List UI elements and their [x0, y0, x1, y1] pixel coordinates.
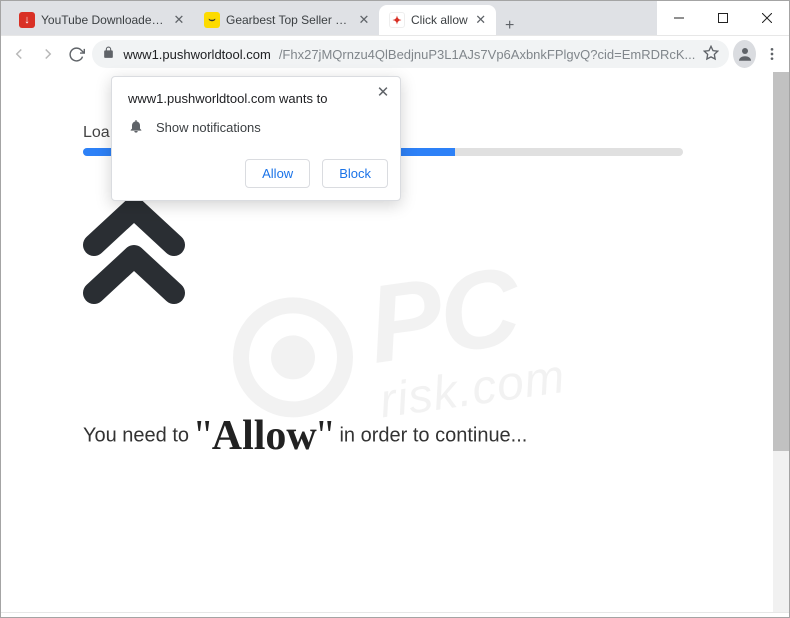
- close-tab-icon[interactable]: ✕: [474, 13, 488, 27]
- lock-icon: [102, 46, 115, 62]
- close-window-button[interactable]: [745, 1, 789, 35]
- scrollbar-thumb[interactable]: [773, 72, 789, 451]
- maximize-button[interactable]: [701, 1, 745, 35]
- url-path: /Fhx27jMQrnzu4QlBedjnuP3L1AJs7Vp6AxbnkFP…: [279, 47, 696, 62]
- msg-allow-word: Allow: [212, 413, 317, 459]
- tab-gearbest[interactable]: ⌣ Gearbest Top Seller - Dive ✕: [194, 5, 379, 35]
- allow-button[interactable]: Allow: [245, 159, 310, 188]
- back-button[interactable]: [7, 39, 31, 69]
- favicon-download-icon: ↓: [19, 12, 35, 28]
- profile-avatar-icon[interactable]: [733, 40, 756, 68]
- window-frame-bottom: [1, 612, 789, 617]
- menu-kebab-icon[interactable]: [760, 46, 783, 62]
- url-host: www1.pushworldtool.com: [123, 47, 270, 62]
- close-tab-icon[interactable]: ✕: [357, 13, 371, 27]
- tab-title: Gearbest Top Seller - Dive: [226, 13, 351, 27]
- block-button[interactable]: Block: [322, 159, 388, 188]
- close-tab-icon[interactable]: ✕: [172, 13, 186, 27]
- msg-post: in order to continue...: [334, 424, 527, 446]
- msg-quote-open: ": [195, 413, 212, 459]
- titlebar: ↓ YouTube Downloader - Do ✕ ⌣ Gearbest T…: [1, 1, 789, 36]
- reload-button[interactable]: [64, 39, 88, 69]
- prompt-origin-text: www1.pushworldtool.com wants to: [128, 91, 384, 106]
- tab-title: Click allow: [411, 13, 468, 27]
- bookmark-star-icon[interactable]: [703, 45, 719, 64]
- browser-toolbar: www1.pushworldtool.com/Fhx27jMQrnzu4QlBe…: [1, 36, 789, 72]
- address-bar[interactable]: www1.pushworldtool.com/Fhx27jMQrnzu4QlBe…: [92, 40, 729, 68]
- window-controls: [657, 1, 789, 35]
- prompt-close-icon[interactable]: ✕: [372, 81, 394, 103]
- forward-button[interactable]: [35, 39, 59, 69]
- bell-icon: [128, 118, 144, 137]
- chevron-up-graphic: [79, 190, 189, 308]
- msg-quote-close: ": [317, 413, 334, 459]
- tab-click-allow[interactable]: ✦ Click allow ✕: [379, 5, 496, 35]
- msg-pre: You need to: [83, 424, 195, 446]
- new-tab-button[interactable]: +: [496, 17, 524, 35]
- favicon-smile-icon: ⌣: [204, 12, 220, 28]
- tabs-strip: ↓ YouTube Downloader - Do ✕ ⌣ Gearbest T…: [1, 1, 657, 35]
- permission-label: Show notifications: [156, 120, 261, 135]
- minimize-button[interactable]: [657, 1, 701, 35]
- notification-permission-prompt: ✕ www1.pushworldtool.com wants to Show n…: [111, 76, 401, 201]
- instruction-message: You need to "Allow" in order to continue…: [83, 412, 527, 460]
- scrollbar[interactable]: [773, 72, 789, 614]
- favicon-sparkle-icon: ✦: [389, 12, 405, 28]
- tab-youtube-downloader[interactable]: ↓ YouTube Downloader - Do ✕: [9, 5, 194, 35]
- tab-title: YouTube Downloader - Do: [41, 13, 166, 27]
